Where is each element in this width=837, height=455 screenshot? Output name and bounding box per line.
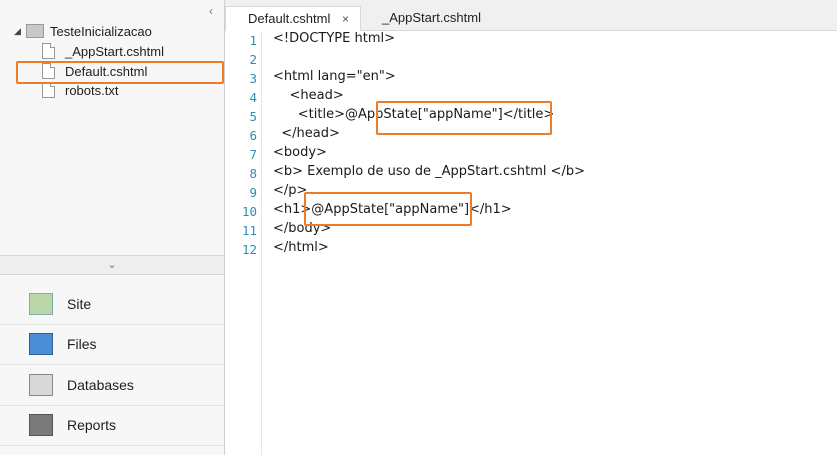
tree-root-node[interactable]: ◢ TesteInicializacao — [14, 22, 152, 40]
line-number: 6 — [249, 128, 257, 143]
chevron-down-icon: ⌄ — [107, 259, 117, 271]
line-number: 1 — [249, 33, 257, 48]
line-number: 4 — [249, 90, 257, 105]
site-icon — [29, 293, 53, 315]
close-icon[interactable]: × — [342, 7, 349, 31]
code-line: <!DOCTYPE html> — [273, 31, 395, 46]
left-panel: ‹ ◢ TesteInicializacao _AppStart.cshtml … — [0, 0, 225, 455]
databases-icon — [29, 374, 53, 396]
line-number: 12 — [241, 242, 257, 257]
workspace-databases[interactable]: Databases — [0, 365, 224, 406]
line-number: 8 — [249, 166, 257, 181]
file-icon — [42, 82, 55, 98]
tree-item-label: robots.txt — [65, 82, 119, 98]
workspace-label: Site — [67, 296, 92, 312]
line-number-gutter: 1 2 3 4 5 6 7 8 9 10 11 12 — [225, 31, 262, 455]
workspace-files[interactable]: Files — [0, 324, 224, 365]
file-tree: ‹ ◢ TesteInicializacao _AppStart.cshtml … — [0, 0, 224, 255]
highlight-title-appstate — [376, 101, 552, 135]
highlight-h1-appstate — [304, 192, 472, 226]
tree-item-appstart[interactable]: _AppStart.cshtml — [42, 42, 164, 60]
highlight-default-file — [16, 61, 224, 84]
folder-icon — [26, 24, 44, 38]
tree-root-label: TesteInicializacao — [50, 23, 152, 39]
code-line: <head> — [273, 88, 344, 103]
line-number: 7 — [249, 147, 257, 162]
code-line: <body> — [273, 145, 327, 160]
line-number: 3 — [249, 71, 257, 86]
files-icon — [29, 333, 53, 355]
line-number: 10 — [241, 204, 257, 219]
line-number: 9 — [249, 185, 257, 200]
tab-appstart[interactable]: _AppStart.cshtml — [360, 6, 512, 30]
code-line: <b> Exemplo de uso de _AppStart.cshtml <… — [273, 164, 586, 179]
expand-triangle-icon[interactable]: ◢ — [14, 26, 26, 37]
tree-item-label: _AppStart.cshtml — [65, 43, 164, 59]
code-line: </p> — [273, 183, 308, 198]
file-icon — [42, 43, 55, 59]
tab-label: Default.cshtml — [248, 11, 331, 26]
code-editor[interactable]: 1 2 3 4 5 6 7 8 9 10 11 12 <!DOCTYPE htm… — [225, 31, 837, 455]
code-line: </html> — [273, 240, 329, 255]
workspace-label: Reports — [67, 417, 117, 433]
panel-splitter[interactable]: ⌄ — [0, 255, 224, 275]
reports-icon — [29, 414, 53, 436]
workspace-label: Files — [67, 336, 97, 352]
editor-tabs: Default.cshtml × _AppStart.cshtml — [225, 0, 837, 32]
workspace-reports[interactable]: Reports — [0, 405, 224, 446]
workspace-label: Databases — [67, 377, 134, 393]
collapse-panel-icon[interactable]: ‹ — [209, 4, 213, 18]
tab-label: _AppStart.cshtml — [382, 10, 481, 25]
line-number: 2 — [249, 52, 257, 67]
line-number: 11 — [241, 223, 257, 238]
code-line: <html lang="en"> — [273, 69, 396, 84]
tab-default[interactable]: Default.cshtml × — [225, 6, 361, 32]
line-number: 5 — [249, 109, 257, 124]
code-line: </head> — [273, 126, 340, 141]
workspace-site[interactable]: Site — [0, 284, 224, 325]
